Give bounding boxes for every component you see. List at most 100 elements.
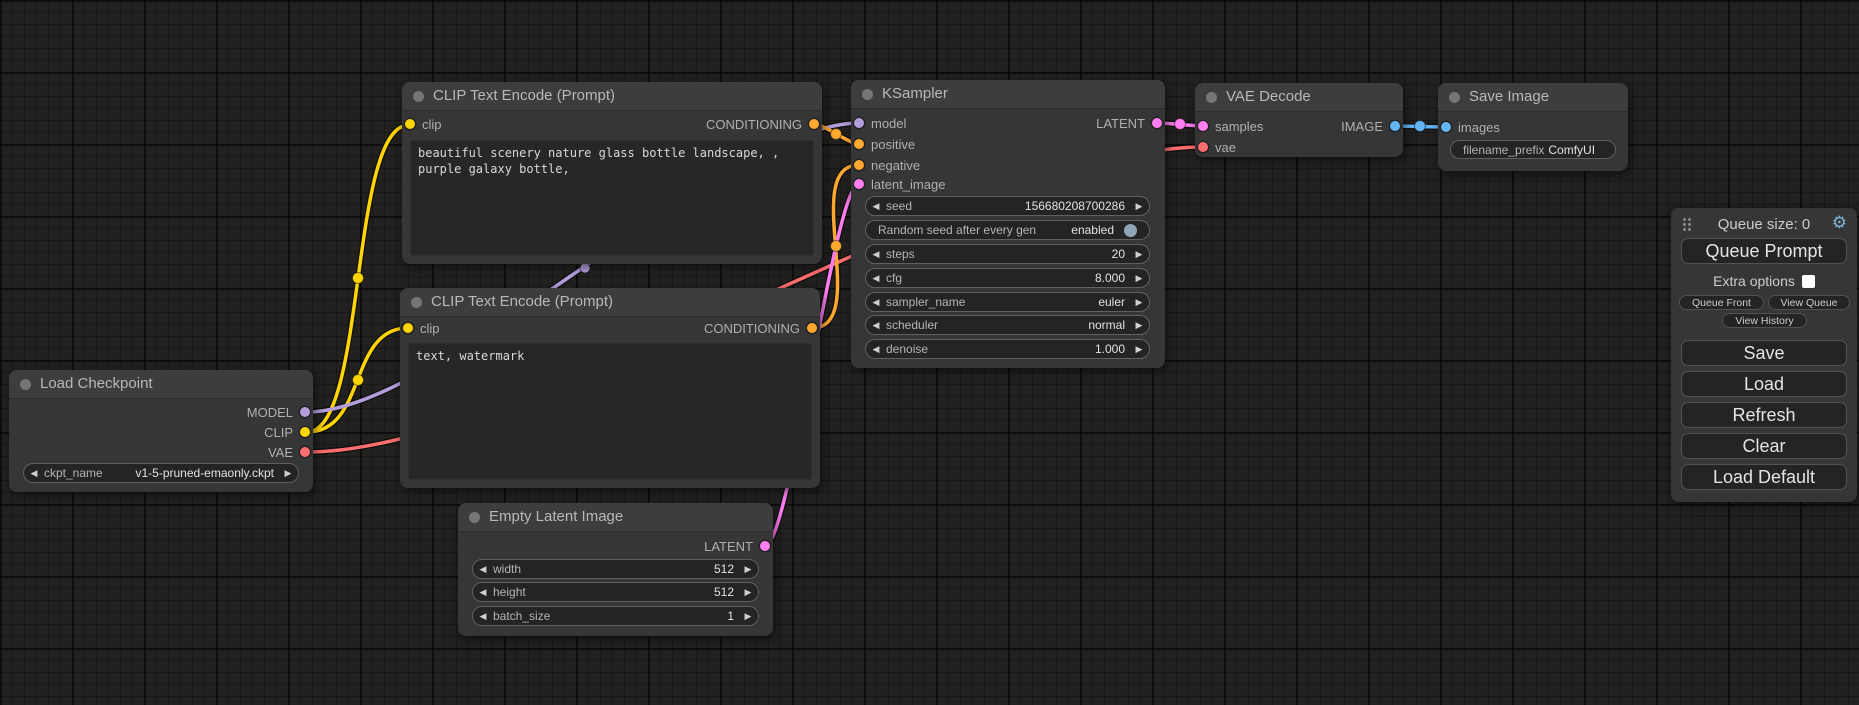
output-slot-model[interactable]: MODEL bbox=[247, 402, 310, 422]
queue-panel-header[interactable]: Queue size: 0 ⚙ bbox=[1671, 214, 1857, 236]
right-arrow-icon[interactable]: ▶ bbox=[1129, 249, 1149, 260]
view-history-button[interactable]: View History bbox=[1722, 313, 1807, 328]
queue-front-button[interactable]: Queue Front bbox=[1679, 295, 1764, 310]
clear-button[interactable]: Clear bbox=[1681, 433, 1847, 459]
right-arrow-icon[interactable]: ▶ bbox=[1129, 273, 1149, 284]
input-slot-images[interactable]: images bbox=[1441, 117, 1500, 137]
steps-widget[interactable]: ◀ steps 20 ▶ bbox=[865, 244, 1150, 264]
node-title-bar[interactable]: VAE Decode bbox=[1195, 83, 1403, 112]
latent-slot-dot[interactable] bbox=[854, 179, 864, 189]
view-queue-button[interactable]: View Queue bbox=[1768, 295, 1850, 310]
right-arrow-icon[interactable]: ▶ bbox=[1129, 320, 1149, 331]
vae-slot-dot[interactable] bbox=[300, 447, 310, 457]
node-title-bar[interactable]: CLIP Text Encode (Prompt) bbox=[402, 82, 822, 111]
node-vae-decode[interactable]: VAE Decode samples IMAGE vae bbox=[1195, 83, 1403, 157]
left-arrow-icon[interactable]: ◀ bbox=[866, 249, 886, 260]
left-arrow-icon[interactable]: ◀ bbox=[866, 320, 886, 331]
input-slot-clip[interactable]: clip bbox=[403, 318, 440, 338]
output-slot-image[interactable]: IMAGE bbox=[1341, 116, 1400, 136]
vae-slot-dot[interactable] bbox=[1198, 142, 1208, 152]
clip-slot-dot[interactable] bbox=[300, 427, 310, 437]
output-slot-latent[interactable]: LATENT bbox=[1096, 113, 1162, 133]
left-arrow-icon[interactable]: ◀ bbox=[866, 344, 886, 355]
left-arrow-icon[interactable]: ◀ bbox=[473, 564, 493, 575]
scheduler-widget[interactable]: ◀ scheduler normal ▶ bbox=[865, 315, 1150, 335]
image-slot-dot[interactable] bbox=[1441, 122, 1451, 132]
left-arrow-icon[interactable]: ◀ bbox=[866, 297, 886, 308]
left-arrow-icon[interactable]: ◀ bbox=[866, 273, 886, 284]
sampler-name-widget[interactable]: ◀ sampler_name euler ▶ bbox=[865, 292, 1150, 312]
prompt-textarea[interactable]: text, watermark bbox=[408, 343, 812, 480]
input-slot-vae[interactable]: vae bbox=[1198, 137, 1236, 157]
node-clip-text-encode-negative[interactable]: CLIP Text Encode (Prompt) clip CONDITION… bbox=[400, 288, 820, 488]
output-slot-conditioning[interactable]: CONDITIONING bbox=[704, 318, 817, 338]
latent-slot-dot[interactable] bbox=[1152, 118, 1162, 128]
left-arrow-icon[interactable]: ◀ bbox=[473, 587, 493, 598]
right-arrow-icon[interactable]: ▶ bbox=[278, 468, 298, 479]
right-arrow-icon[interactable]: ▶ bbox=[1129, 297, 1149, 308]
output-slot-latent[interactable]: LATENT bbox=[704, 536, 770, 556]
latent-slot-dot[interactable] bbox=[1198, 121, 1208, 131]
conditioning-slot-dot[interactable] bbox=[809, 119, 819, 129]
widget-label: denoise bbox=[886, 342, 928, 356]
output-slot-conditioning[interactable]: CONDITIONING bbox=[706, 114, 819, 134]
left-arrow-icon[interactable]: ◀ bbox=[866, 201, 886, 212]
height-widget[interactable]: ◀ height 512 ▶ bbox=[472, 582, 759, 602]
refresh-button[interactable]: Refresh bbox=[1681, 402, 1847, 428]
input-slot-latent-image[interactable]: latent_image bbox=[854, 174, 945, 194]
node-title-bar[interactable]: Save Image bbox=[1438, 83, 1628, 112]
denoise-widget[interactable]: ◀ denoise 1.000 ▶ bbox=[865, 339, 1150, 359]
prompt-textarea[interactable]: beautiful scenery nature glass bottle la… bbox=[410, 140, 814, 256]
node-empty-latent-image[interactable]: Empty Latent Image LATENT ◀ width 512 ▶ … bbox=[458, 503, 773, 636]
node-ksampler[interactable]: KSampler model LATENT positive negative … bbox=[851, 80, 1165, 368]
node-graph-canvas[interactable]: Load Checkpoint MODEL CLIP VAE ◀ ckpt_na… bbox=[0, 0, 1859, 705]
right-arrow-icon[interactable]: ▶ bbox=[738, 611, 758, 622]
toggle-enabled-icon[interactable] bbox=[1124, 224, 1137, 237]
random-seed-toggle-widget[interactable]: Random seed after every gen enabled bbox=[865, 220, 1150, 240]
output-slot-clip[interactable]: CLIP bbox=[264, 422, 310, 442]
clip-slot-dot[interactable] bbox=[403, 323, 413, 333]
load-default-button[interactable]: Load Default bbox=[1681, 464, 1847, 490]
node-title-bar[interactable]: CLIP Text Encode (Prompt) bbox=[400, 288, 820, 317]
queue-panel[interactable]: Queue size: 0 ⚙ Queue Prompt Extra optio… bbox=[1671, 208, 1857, 502]
load-button[interactable]: Load bbox=[1681, 371, 1847, 397]
image-slot-dot[interactable] bbox=[1390, 121, 1400, 131]
right-arrow-icon[interactable]: ▶ bbox=[1129, 201, 1149, 212]
slot-label: clip bbox=[420, 321, 440, 336]
latent-slot-dot[interactable] bbox=[760, 541, 770, 551]
input-slot-model[interactable]: model bbox=[854, 113, 906, 133]
clip-slot-dot[interactable] bbox=[405, 119, 415, 129]
width-widget[interactable]: ◀ width 512 ▶ bbox=[472, 559, 759, 579]
conditioning-slot-dot[interactable] bbox=[854, 139, 864, 149]
node-title-bar[interactable]: Load Checkpoint bbox=[9, 370, 313, 399]
gear-icon[interactable]: ⚙ bbox=[1832, 213, 1847, 233]
seed-widget[interactable]: ◀ seed 156680208700286 ▶ bbox=[865, 196, 1150, 216]
input-slot-negative[interactable]: negative bbox=[854, 155, 920, 175]
node-title-bar[interactable]: KSampler bbox=[851, 80, 1165, 109]
node-save-image[interactable]: Save Image images filename_prefix ComfyU… bbox=[1438, 83, 1628, 171]
left-arrow-icon[interactable]: ◀ bbox=[473, 611, 493, 622]
model-slot-dot[interactable] bbox=[300, 407, 310, 417]
output-slot-vae[interactable]: VAE bbox=[268, 442, 310, 462]
node-clip-text-encode-positive[interactable]: CLIP Text Encode (Prompt) clip CONDITION… bbox=[402, 82, 822, 264]
left-arrow-icon[interactable]: ◀ bbox=[24, 468, 44, 479]
right-arrow-icon[interactable]: ▶ bbox=[1129, 344, 1149, 355]
ckpt-name-widget[interactable]: ◀ ckpt_name v1-5-pruned-emaonly.ckpt ▶ bbox=[23, 463, 299, 483]
conditioning-slot-dot[interactable] bbox=[854, 160, 864, 170]
slot-label: positive bbox=[871, 137, 915, 152]
batch-size-widget[interactable]: ◀ batch_size 1 ▶ bbox=[472, 606, 759, 626]
conditioning-slot-dot[interactable] bbox=[807, 323, 817, 333]
model-slot-dot[interactable] bbox=[854, 118, 864, 128]
extra-options-checkbox[interactable] bbox=[1802, 275, 1815, 288]
right-arrow-icon[interactable]: ▶ bbox=[738, 587, 758, 598]
queue-prompt-button[interactable]: Queue Prompt bbox=[1681, 238, 1847, 264]
input-slot-clip[interactable]: clip bbox=[405, 114, 442, 134]
cfg-widget[interactable]: ◀ cfg 8.000 ▶ bbox=[865, 268, 1150, 288]
save-button[interactable]: Save bbox=[1681, 340, 1847, 366]
input-slot-samples[interactable]: samples bbox=[1198, 116, 1263, 136]
filename-prefix-widget[interactable]: filename_prefix ComfyUI bbox=[1450, 140, 1616, 159]
right-arrow-icon[interactable]: ▶ bbox=[738, 564, 758, 575]
node-load-checkpoint[interactable]: Load Checkpoint MODEL CLIP VAE ◀ ckpt_na… bbox=[9, 370, 313, 492]
input-slot-positive[interactable]: positive bbox=[854, 134, 915, 154]
node-title-bar[interactable]: Empty Latent Image bbox=[458, 503, 773, 532]
